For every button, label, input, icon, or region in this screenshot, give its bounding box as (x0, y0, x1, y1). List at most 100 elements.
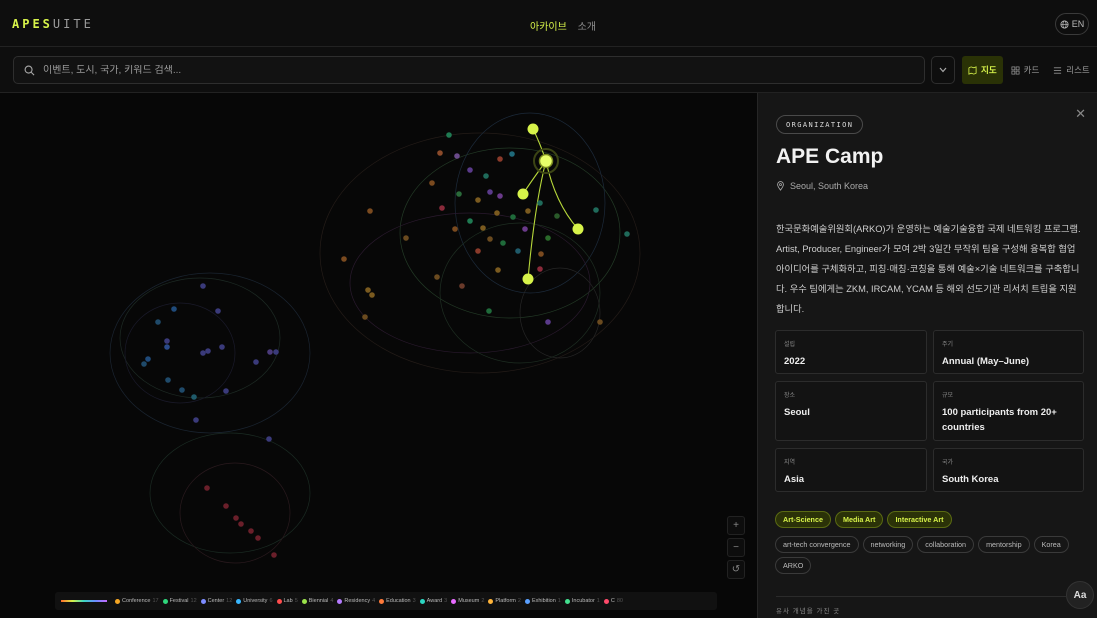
map-node[interactable] (515, 248, 521, 254)
map-node[interactable] (487, 236, 493, 242)
tag[interactable]: art-tech convergence (775, 536, 859, 553)
view-list-button[interactable]: 리스트 (1047, 56, 1095, 84)
legend-item[interactable]: Incubator 1 (564, 598, 600, 604)
map-node[interactable] (459, 283, 465, 289)
map-node[interactable] (200, 350, 206, 356)
map-node[interactable] (597, 319, 603, 325)
map-node[interactable] (494, 210, 500, 216)
linked-node[interactable] (517, 188, 529, 200)
map-node[interactable] (487, 189, 493, 195)
linked-node[interactable] (522, 273, 534, 285)
map-node[interactable] (500, 240, 506, 246)
map-node[interactable] (554, 213, 560, 219)
map-node[interactable] (510, 214, 516, 220)
tag[interactable]: Korea (1033, 536, 1069, 553)
map-node[interactable] (522, 226, 528, 232)
legend-item[interactable]: Museum 2 (451, 598, 484, 604)
map-node[interactable] (273, 349, 279, 355)
font-size-button[interactable]: Aa (1066, 581, 1094, 609)
close-icon[interactable]: ✕ (1075, 106, 1086, 122)
map-node[interactable] (219, 344, 225, 350)
network-map[interactable] (0, 93, 757, 618)
map-node[interactable] (545, 319, 551, 325)
tag[interactable]: ARKO (775, 557, 812, 574)
tag-highlight[interactable]: Interactive Art (887, 511, 952, 528)
map-node[interactable] (593, 207, 599, 213)
map-node[interactable] (486, 308, 492, 314)
map-node[interactable] (204, 485, 210, 491)
legend-item[interactable]: Award 3 (419, 598, 447, 604)
map-node[interactable] (266, 436, 272, 442)
map-node[interactable] (215, 308, 221, 314)
map-node[interactable] (145, 356, 151, 362)
legend-item[interactable]: Exhibition 1 (524, 598, 561, 604)
map-node[interactable] (367, 208, 373, 214)
map-node[interactable] (341, 256, 347, 262)
map-node[interactable] (191, 394, 197, 400)
map-node[interactable] (446, 132, 452, 138)
map-node[interactable] (456, 191, 462, 197)
legend-item[interactable]: Residency 4 (337, 598, 375, 604)
map-node[interactable] (171, 306, 177, 312)
map-node[interactable] (403, 235, 409, 241)
search-box[interactable] (13, 56, 925, 84)
legend-item[interactable]: Platform 2 (488, 598, 521, 604)
map-node[interactable] (255, 535, 261, 541)
map-node[interactable] (483, 173, 489, 179)
network-graph[interactable] (0, 93, 757, 618)
legend-item[interactable]: Biennial 4 (301, 598, 333, 604)
map-node[interactable] (538, 251, 544, 257)
map-node[interactable] (362, 314, 368, 320)
tag[interactable]: collaboration (917, 536, 975, 553)
app-logo[interactable]: APESUITE (12, 17, 94, 31)
map-node[interactable] (369, 292, 375, 298)
map-node[interactable] (525, 208, 531, 214)
legend-item[interactable]: Center 12 (200, 598, 232, 604)
map-node[interactable] (480, 225, 486, 231)
view-map-button[interactable]: 지도 (962, 56, 1003, 84)
legend-item[interactable]: Festival 12 (162, 598, 197, 604)
map-node[interactable] (537, 266, 543, 272)
map-node[interactable] (238, 521, 244, 527)
map-node[interactable] (223, 503, 229, 509)
map-node[interactable] (475, 197, 481, 203)
map-node[interactable] (164, 338, 170, 344)
tag-highlight[interactable]: Art-Science (775, 511, 831, 528)
map-node[interactable] (200, 283, 206, 289)
map-node[interactable] (233, 515, 239, 521)
map-node[interactable] (545, 235, 551, 241)
map-node[interactable] (452, 226, 458, 232)
filter-dropdown-button[interactable] (931, 56, 955, 84)
legend-item[interactable]: Education 3 (379, 598, 416, 604)
map-node[interactable] (223, 388, 229, 394)
map-node[interactable] (165, 377, 171, 383)
map-node[interactable] (495, 267, 501, 273)
tag[interactable]: networking (862, 536, 914, 553)
map-node[interactable] (497, 156, 503, 162)
map-node[interactable] (437, 150, 443, 156)
map-node[interactable] (271, 552, 277, 558)
legend-item[interactable]: University 6 (236, 598, 273, 604)
tag[interactable]: mentorship (978, 536, 1030, 553)
map-node[interactable] (267, 349, 273, 355)
linked-node[interactable] (527, 123, 539, 135)
map-node[interactable] (248, 528, 254, 534)
map-node[interactable] (454, 153, 460, 159)
map-node[interactable] (467, 218, 473, 224)
selected-node[interactable] (538, 153, 554, 169)
zoom-reset-button[interactable]: ↺ (727, 560, 745, 579)
map-node[interactable] (164, 344, 170, 350)
nav-about[interactable]: 소개 (578, 22, 596, 33)
linked-node[interactable] (572, 223, 584, 235)
map-node[interactable] (509, 151, 515, 157)
map-node[interactable] (434, 274, 440, 280)
map-node[interactable] (475, 248, 481, 254)
map-node[interactable] (365, 287, 371, 293)
nav-archive[interactable]: 아카이브 (530, 22, 567, 33)
map-node[interactable] (467, 167, 473, 173)
map-node[interactable] (439, 205, 445, 211)
map-node[interactable] (141, 361, 147, 367)
map-node[interactable] (193, 417, 199, 423)
language-toggle[interactable]: EN (1055, 13, 1089, 35)
map-node[interactable] (205, 348, 211, 354)
